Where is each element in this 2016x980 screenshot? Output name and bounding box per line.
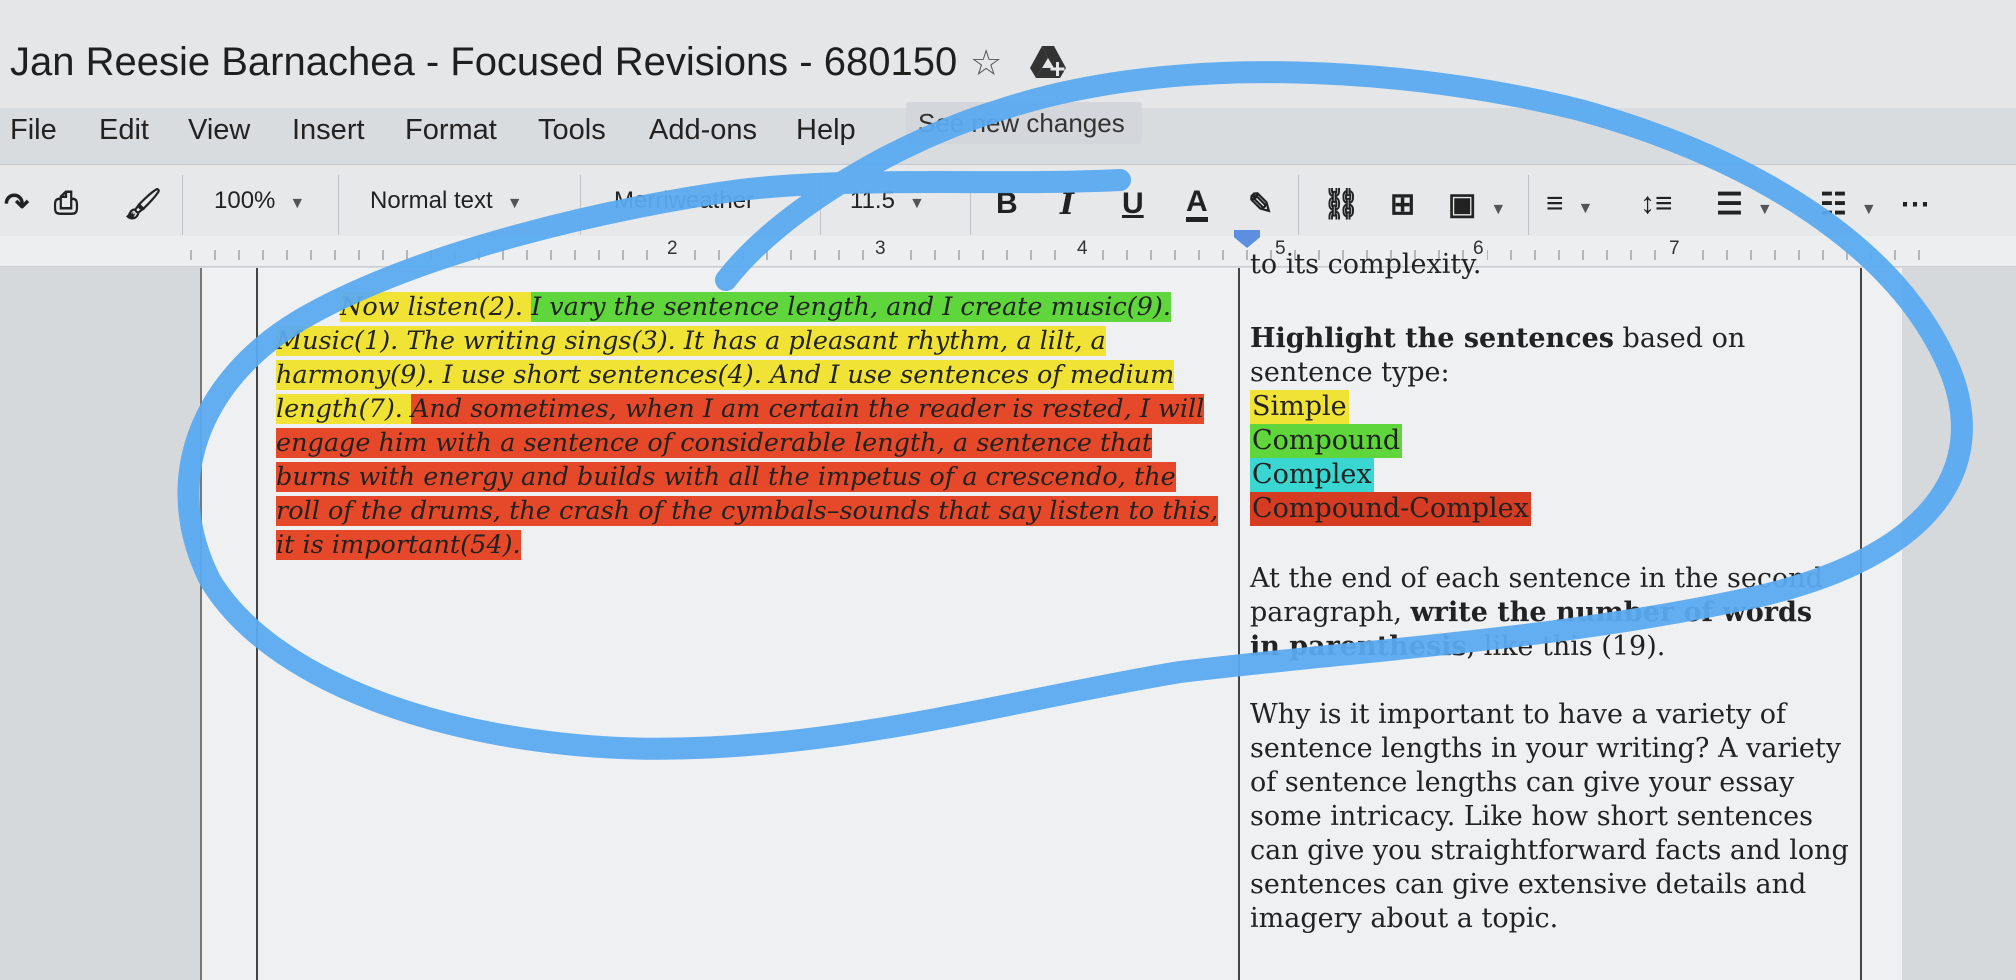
document-title[interactable]: Jan Reesie Barnachea - Focused Revisions…: [10, 40, 957, 85]
title-bar: Jan Reesie Barnachea - Focused Revisions…: [0, 0, 2016, 108]
legend-complex: Complex: [1250, 458, 1374, 492]
checklist-icon[interactable]: ☰ ▼: [1716, 187, 1773, 222]
menu-tools[interactable]: Tools: [538, 114, 606, 147]
instructions-cell[interactable]: to its complexity. Highlight the sentenc…: [1250, 248, 1850, 936]
font-select[interactable]: Merriweather: [614, 187, 754, 215]
chevron-down-icon: ▼: [1860, 201, 1877, 218]
menu-view[interactable]: View: [188, 114, 250, 147]
chevron-down-icon: ▼: [1490, 201, 1507, 218]
sentence-simple: Now listen(2).: [340, 292, 532, 322]
legend-simple: Simple: [1250, 390, 1349, 424]
ruler-mark: 3: [872, 238, 889, 260]
star-icon[interactable]: ☆: [970, 42, 1002, 84]
align-icon[interactable]: ≡ ▼: [1546, 187, 1593, 221]
complexity-text: to its complexity.: [1250, 249, 1482, 280]
legend-compound: Compound: [1250, 424, 1403, 458]
redo-icon[interactable]: ↷: [4, 187, 29, 222]
sentence-compound-complex: And sometimes, when I am certain the rea…: [276, 394, 1219, 560]
word-count-instruction: At the end of each sentence in the secon…: [1250, 563, 1823, 662]
chevron-down-icon: ▼: [1577, 200, 1594, 217]
docs-app: Jan Reesie Barnachea - Focused Revisions…: [0, 0, 2016, 980]
see-new-changes-button[interactable]: See new changes: [906, 102, 1142, 144]
legend: Simple Compound Complex Compound-Complex: [1250, 390, 1850, 526]
bold-icon[interactable]: B: [996, 187, 1018, 221]
legend-compound-complex: Compound-Complex: [1250, 492, 1531, 526]
menu-insert[interactable]: Insert: [292, 114, 365, 147]
ruler-mark: 2: [664, 238, 681, 260]
move-to-drive-icon[interactable]: [1028, 44, 1068, 80]
highlight-color-icon[interactable]: ✎: [1248, 187, 1273, 222]
menu-addons[interactable]: Add-ons: [649, 114, 757, 147]
chevron-down-icon: ▼: [908, 195, 925, 212]
highlight-instruction: Highlight the sentences based on sentenc…: [1250, 323, 1746, 388]
ruler-mark: 4: [1074, 238, 1091, 260]
menu-file[interactable]: File: [10, 114, 57, 147]
line-spacing-icon[interactable]: ↕≡: [1640, 187, 1673, 221]
add-comment-icon[interactable]: ⊞: [1390, 187, 1415, 222]
more-icon[interactable]: ⋯: [1900, 187, 1930, 222]
chevron-down-icon: ▼: [289, 195, 306, 212]
link-icon[interactable]: ⛓: [1322, 187, 1360, 222]
example-paragraph[interactable]: Now listen(2). I vary the sentence lengt…: [276, 290, 1226, 562]
paint-format-icon[interactable]: 🖌: [124, 187, 162, 222]
bulleted-list-icon[interactable]: ☷ ▼: [1820, 187, 1877, 222]
chevron-down-icon: ▼: [1756, 201, 1773, 218]
menu-help[interactable]: Help: [796, 114, 856, 147]
font-size-select[interactable]: 11.5 ▼: [850, 187, 925, 215]
question-answer: Why is it important to have a variety of…: [1250, 699, 1849, 934]
insert-image-icon[interactable]: ▣ ▼: [1448, 187, 1506, 222]
table-right-border: [1860, 268, 1862, 980]
sentence-compound: I vary the sentence length, and I create…: [531, 292, 1171, 322]
italic-icon[interactable]: I: [1060, 187, 1074, 222]
underline-icon[interactable]: U: [1122, 187, 1144, 221]
style-select[interactable]: Normal text ▼: [370, 187, 523, 215]
text-color-icon[interactable]: A: [1186, 187, 1208, 222]
menu-edit[interactable]: Edit: [99, 114, 149, 147]
zoom-select[interactable]: 100% ▼: [214, 187, 305, 215]
chevron-down-icon: ▼: [506, 195, 523, 212]
print-icon[interactable]: ⎙: [54, 187, 78, 221]
menu-format[interactable]: Format: [405, 114, 497, 147]
